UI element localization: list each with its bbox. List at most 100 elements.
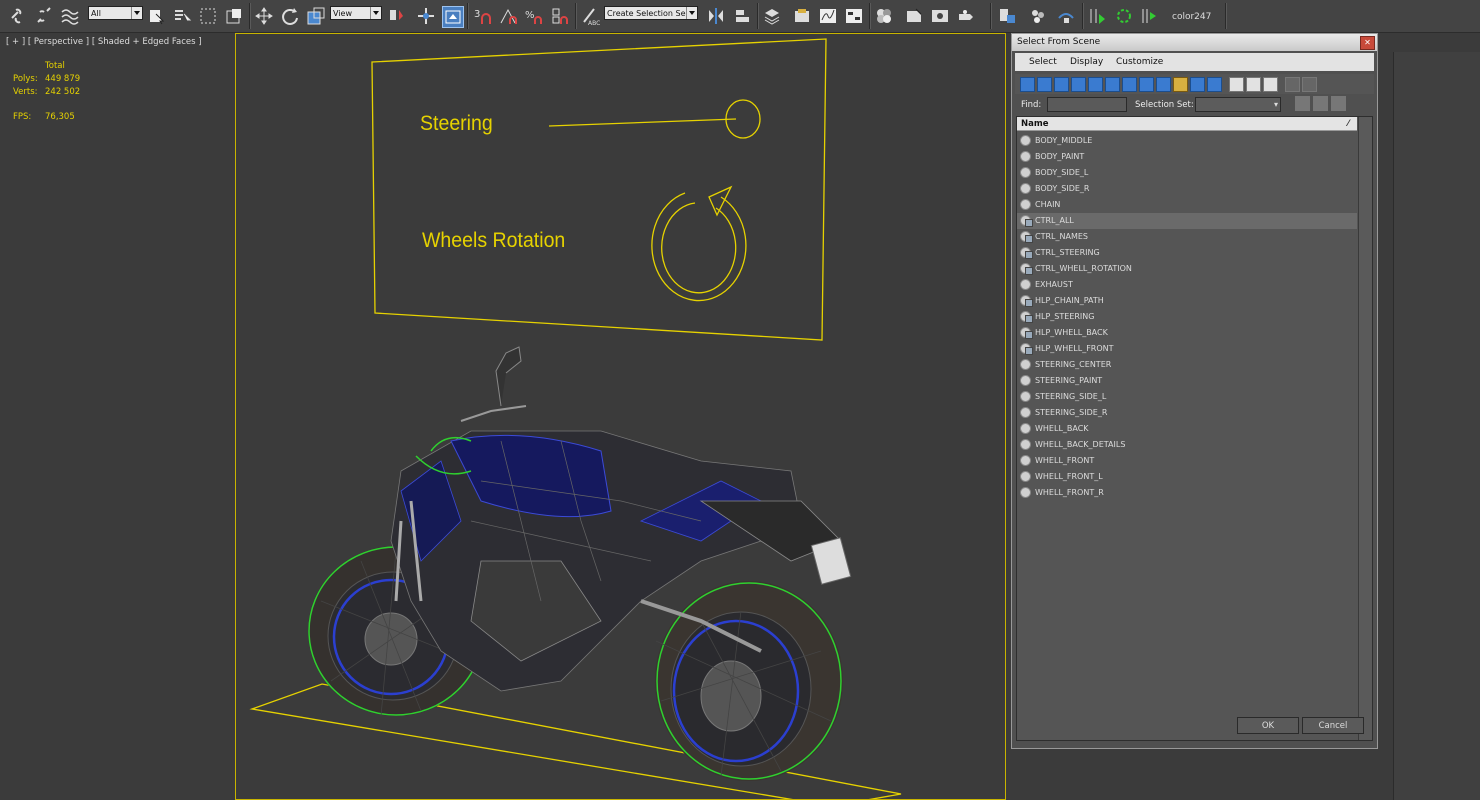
pivot-center-icon[interactable] — [387, 6, 407, 26]
curve-editor-icon[interactable] — [818, 6, 838, 26]
spinner-snap-icon[interactable] — [550, 6, 570, 26]
layer-manager-icon[interactable] — [762, 6, 782, 26]
list-item[interactable]: CTRL_WHELL_ROTATION — [1017, 261, 1357, 277]
perspective-viewport[interactable]: Steering Wheels Rotation — [235, 33, 1006, 800]
schematic-view-icon[interactable] — [844, 6, 864, 26]
display-space-warps-icon[interactable] — [1105, 77, 1120, 92]
render-setup-icon[interactable] — [904, 6, 924, 26]
select-and-manipulate-icon[interactable] — [416, 6, 436, 26]
sync-selection-icon[interactable] — [1302, 77, 1317, 92]
edit-selection-set-icon[interactable] — [1331, 96, 1346, 111]
list-item[interactable]: HLP_WHELL_FRONT — [1017, 341, 1357, 357]
unlink-icon[interactable] — [34, 6, 54, 26]
display-bones-icon[interactable] — [1156, 77, 1171, 92]
cancel-button[interactable]: Cancel — [1302, 717, 1364, 734]
display-xrefs-icon[interactable] — [1139, 77, 1154, 92]
toolbar-separator — [1225, 3, 1227, 29]
close-icon[interactable]: ✕ — [1360, 36, 1375, 50]
list-item[interactable]: CTRL_STEERING — [1017, 245, 1357, 261]
reference-coordinate-dropdown[interactable]: View — [330, 6, 382, 20]
display-shapes-icon[interactable] — [1037, 77, 1052, 92]
display-helpers-icon[interactable] — [1088, 77, 1103, 92]
ok-button[interactable]: OK — [1237, 717, 1299, 734]
auto-key-icon[interactable] — [1088, 6, 1108, 26]
select-object-icon[interactable] — [147, 6, 167, 26]
remove-selection-set-icon[interactable] — [1313, 96, 1328, 111]
material-editor-icon[interactable] — [874, 6, 894, 26]
list-item[interactable]: HLP_WHELL_BACK — [1017, 325, 1357, 341]
select-and-link-icon[interactable] — [8, 6, 28, 26]
list-item[interactable]: WHELL_FRONT_R — [1017, 485, 1357, 501]
percent-snap-icon[interactable]: % — [524, 6, 544, 26]
list-item[interactable]: STEERING_SIDE_R — [1017, 405, 1357, 421]
rear-wheel[interactable] — [655, 581, 843, 781]
angle-snap-icon[interactable] — [498, 6, 518, 26]
list-scrollbar[interactable] — [1358, 117, 1372, 740]
snaps-toggle-icon[interactable]: 3 — [472, 6, 492, 26]
select-all-icon[interactable] — [1229, 77, 1244, 92]
menu-select[interactable]: Select — [1029, 57, 1057, 67]
list-item[interactable]: STEERING_CENTER — [1017, 357, 1357, 373]
key-filters-icon[interactable] — [1140, 6, 1160, 26]
display-geometry-icon[interactable] — [1020, 77, 1035, 92]
set-key-icon[interactable] — [1114, 6, 1134, 26]
rendered-frame-window-icon[interactable] — [930, 6, 950, 26]
display-lights-icon[interactable] — [1054, 77, 1069, 92]
mirror-icon[interactable] — [706, 6, 726, 26]
select-by-name-icon[interactable] — [172, 6, 192, 26]
window-crossing-icon[interactable] — [224, 6, 244, 26]
edit-named-selection-icon[interactable]: ABC — [580, 6, 600, 27]
particle-view-icon[interactable] — [1028, 6, 1048, 26]
list-item[interactable]: WHELL_FRONT — [1017, 453, 1357, 469]
list-item[interactable]: BODY_SIDE_L — [1017, 165, 1357, 181]
move-icon[interactable] — [254, 6, 274, 26]
scale-icon[interactable] — [306, 6, 326, 26]
flow-icon[interactable] — [1056, 6, 1076, 26]
selection-set-dropdown[interactable]: ▾ — [1195, 97, 1281, 112]
list-item[interactable]: WHELL_BACK — [1017, 421, 1357, 437]
named-selection-set-dropdown[interactable]: Create Selection Se — [604, 6, 698, 20]
menu-customize[interactable]: Customize — [1116, 57, 1163, 67]
object-list[interactable]: Name ⁄ BODY_MIDDLE BODY_PAINT BODY_SIDE_L B… — [1016, 116, 1373, 741]
column-header-name[interactable]: Name ⁄ — [1017, 117, 1357, 131]
list-item[interactable]: WHELL_FRONT_L — [1017, 469, 1357, 485]
selection-filter-dropdown[interactable]: All — [88, 6, 143, 20]
viewport-label-menu[interactable]: [ + ] [ Perspective ] [ Shaded + Edged F… — [6, 37, 202, 47]
menu-display[interactable]: Display — [1070, 57, 1103, 67]
bind-to-space-warp-icon[interactable] — [60, 6, 80, 26]
list-item[interactable]: CTRL_ALL — [1017, 213, 1357, 229]
list-item[interactable]: HLP_STEERING — [1017, 309, 1357, 325]
dialog-title-bar[interactable]: Select From Scene ✕ — [1012, 34, 1377, 51]
filter-icon[interactable] — [1285, 77, 1300, 92]
keyboard-shortcut-override-icon[interactable] — [442, 6, 464, 28]
list-item[interactable]: BODY_SIDE_R — [1017, 181, 1357, 197]
render-production-icon[interactable] — [956, 6, 976, 26]
helper-object-icon — [1020, 295, 1033, 307]
scene-canvas[interactable] — [236, 34, 1006, 800]
display-hidden-icon[interactable] — [1207, 77, 1222, 92]
graphite-modeling-icon[interactable] — [792, 6, 812, 26]
select-invert-icon[interactable] — [1263, 77, 1278, 92]
rotate-icon[interactable] — [280, 6, 300, 26]
list-item[interactable]: STEERING_PAINT — [1017, 373, 1357, 389]
list-item[interactable]: WHELL_BACK_DETAILS — [1017, 437, 1357, 453]
select-none-icon[interactable] — [1246, 77, 1261, 92]
add-selection-set-icon[interactable] — [1295, 96, 1310, 111]
list-item[interactable]: CHAIN — [1017, 197, 1357, 213]
list-item[interactable]: BODY_PAINT — [1017, 149, 1357, 165]
wheels-rotation-control-icon[interactable] — [651, 185, 747, 302]
container-explorer-icon[interactable] — [998, 6, 1018, 26]
display-frozen-icon[interactable] — [1190, 77, 1205, 92]
list-item[interactable]: STEERING_SIDE_L — [1017, 389, 1357, 405]
control-board[interactable] — [371, 38, 827, 341]
list-item[interactable]: BODY_MIDDLE — [1017, 133, 1357, 149]
list-item[interactable]: CTRL_NAMES — [1017, 229, 1357, 245]
list-item[interactable]: EXHAUST — [1017, 277, 1357, 293]
find-input[interactable] — [1047, 97, 1127, 112]
display-containers-icon[interactable] — [1173, 77, 1188, 92]
display-groups-icon[interactable] — [1122, 77, 1137, 92]
display-cameras-icon[interactable] — [1071, 77, 1086, 92]
list-item[interactable]: HLP_CHAIN_PATH — [1017, 293, 1357, 309]
rectangular-selection-icon[interactable] — [198, 6, 218, 26]
align-icon[interactable] — [733, 6, 753, 26]
